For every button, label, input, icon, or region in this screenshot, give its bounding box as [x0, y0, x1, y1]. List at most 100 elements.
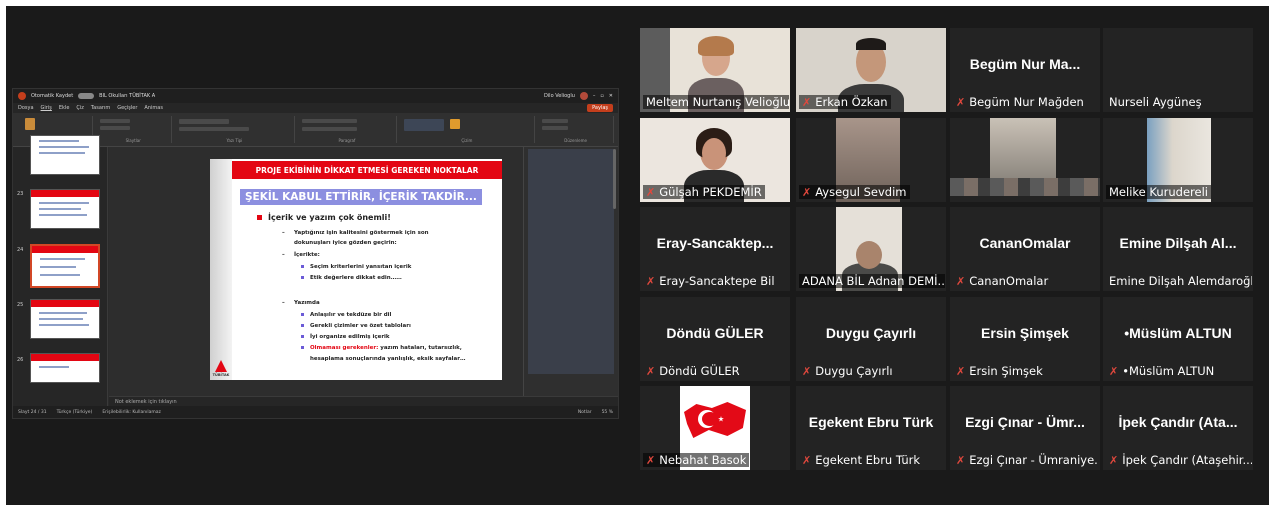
participant-tile[interactable]: Meltem Nurtanış Velioğlu [640, 28, 790, 112]
minimize-icon[interactable]: – [593, 93, 596, 99]
slide-line: Yazımda [282, 300, 319, 306]
participant-tile[interactable]: Duygu Çayırlı ✗ Duygu Çayırlı [796, 297, 946, 381]
participant-tile[interactable]: Egekent Ebru Türk ✗ Egekent Ebru Türk [796, 386, 946, 470]
participant-tile[interactable]: Ersin Şimşek ✗ Ersin Şimşek [950, 297, 1100, 381]
participant-tile[interactable]: Nurseli Aygüneş [1103, 28, 1253, 112]
participant-name-label: ✗ Ersin Şimşek [953, 364, 1046, 378]
menu-insert[interactable]: Ekle [59, 105, 70, 111]
status-accessibility[interactable]: Erişilebilirlik: Kullanılamaz [102, 410, 161, 415]
participant-name-label: ✗ Erkan Özkan [799, 95, 891, 109]
menu-draw[interactable]: Çiz [76, 105, 84, 111]
participant-tile[interactable]: Döndü GÜLER ✗ Döndü GÜLER [640, 297, 790, 381]
muted-mic-icon: ✗ [956, 364, 966, 378]
participant-tile[interactable]: CananOmalar ✗ CananOmalar [950, 207, 1100, 291]
participant-display-name: CananOmalar [979, 235, 1071, 251]
participant-name: Ersin Şimşek [969, 364, 1043, 378]
notes-pane[interactable]: Not eklemek için tıklayın [109, 396, 618, 406]
maximize-icon[interactable]: ▫ [600, 93, 603, 99]
panel-content [528, 149, 614, 374]
autosave-toggle[interactable] [78, 93, 95, 99]
slide-line: Yaptığınız işin kalitesini göstermek içi… [282, 230, 429, 236]
slide-line: dokunuşları iyice gözden geçirin: [294, 240, 397, 246]
zoom-level[interactable]: 55 % [602, 410, 613, 415]
current-slide[interactable]: PROJE EKİBİNİN DİKKAT ETMESİ GEREKEN NOK… [210, 159, 502, 380]
slide-left-gradient [210, 159, 232, 380]
slide-thumbnails-pane[interactable]: 23 24 25 26 [13, 135, 108, 406]
participant-tile[interactable]: ✗ Aysegul Sevdim [796, 118, 946, 202]
participant-tile[interactable]: Begüm Nur Ma... ✗ Begüm Nur Mağden [950, 28, 1100, 112]
participant-name: Egekent Ebru Türk [815, 453, 920, 467]
participant-tile[interactable]: ✗ Erkan Özkan [796, 28, 946, 112]
participant-name: Begüm Nur Mağden [969, 95, 1084, 109]
participant-tile[interactable]: ADANA BİL Adnan DEMİ... [796, 207, 946, 291]
file-name: BIL Okulları TÜBİTAK A [99, 93, 156, 99]
status-bar: Slayt 24 / 31 Türkçe (Türkiye) Erişilebi… [13, 406, 618, 418]
participant-name-label: ✗ Gülşah PEKDEMİR [643, 185, 765, 199]
participant-name: Nebahat Basok [659, 453, 747, 467]
status-slide-counter: Slayt 24 / 31 [18, 409, 47, 415]
slide-line: hesaplama sonuçlarında yanlışlık, eksik … [310, 356, 466, 362]
participant-name-label: ✗ •Müslüm ALTUN [1106, 364, 1217, 378]
slide-thumbnail[interactable] [30, 189, 100, 229]
participant-name: Aysegul Sevdim [815, 185, 907, 199]
participant-name: Nurseli Aygüneş [1109, 95, 1202, 109]
menu-file[interactable]: Dosya [18, 105, 34, 111]
slide-thumbnail-selected[interactable] [30, 244, 100, 288]
participant-name: Emine Dilşah Alemdaroğlu [1109, 274, 1252, 288]
slide-line: Anlaşılır ve tekdüze bir dil [300, 312, 392, 318]
muted-mic-icon: ✗ [802, 95, 812, 109]
participant-name-label: ✗ Aysegul Sevdim [799, 185, 910, 199]
share-button[interactable]: Paylaş [587, 104, 613, 112]
ribbon-group-slides[interactable]: Slaytlar [96, 116, 172, 143]
autosave-label: Otomatik Kaydet [31, 93, 74, 99]
participant-tile[interactable]: Melike Kurudereli [1103, 118, 1253, 202]
user-avatar[interactable] [579, 92, 588, 100]
slide-header: PROJE EKİBİNİN DİKKAT ETMESİ GEREKEN NOK… [232, 161, 502, 179]
participant-display-name: Eray-Sancaktep... [656, 235, 774, 251]
participant-tile[interactable]: Eray-Sancaktep... ✗ Eray-Sancaktepe Bil [640, 207, 790, 291]
menu-design[interactable]: Tasarım [91, 105, 110, 111]
slide-heading: İçerik ve yazım çok önemli! [257, 213, 391, 222]
slide-line: Etik değerlere dikkat edin…… [301, 275, 402, 281]
menu-animations[interactable]: Animas [144, 105, 163, 111]
participant-tile[interactable]: •Müslüm ALTUN ✗ •Müslüm ALTUN [1103, 297, 1253, 381]
slide-thumbnail[interactable] [30, 353, 100, 383]
participant-name-label: ✗ Egekent Ebru Türk [799, 453, 923, 467]
status-notes-button[interactable]: Notlar [578, 410, 592, 415]
muted-mic-icon: ✗ [956, 95, 966, 109]
participant-tile[interactable]: Emine Dilşah Al... Emine Dilşah Alemdaroğ… [1103, 207, 1253, 291]
thumb-number: 25 [17, 302, 24, 308]
muted-mic-icon: ✗ [646, 453, 656, 467]
participant-name-label: ✗ Döndü GÜLER [643, 364, 743, 378]
close-icon[interactable]: ✕ [609, 93, 613, 99]
participant-display-name: Ezgi Çınar - Ümr... [965, 414, 1085, 430]
slide-line: İçerikte: [282, 252, 320, 258]
ppt-menu-bar: Dosya Giriş Ekle Çiz Tasarım Geçişler An… [13, 103, 618, 113]
ribbon-group-font[interactable]: Yazı Tipi [175, 116, 296, 143]
muted-mic-icon: ✗ [646, 364, 656, 378]
participant-name-label: ✗ Ezgi Çınar - Ümraniye... [953, 453, 1099, 467]
scrollbar[interactable] [613, 149, 616, 209]
powerpoint-logo-icon [18, 92, 26, 100]
participant-tile[interactable]: ✗ Nebahat Basok [640, 386, 790, 470]
muted-mic-icon: ✗ [802, 453, 812, 467]
slide-thumbnail[interactable] [30, 299, 100, 339]
muted-mic-icon: ✗ [646, 274, 656, 288]
participant-name: Döndü GÜLER [659, 364, 740, 378]
ribbon-group-editing[interactable]: Düzenleme [538, 116, 615, 143]
participant-tile[interactable]: ✗ Gülşah PEKDEMİR [640, 118, 790, 202]
muted-mic-icon: ✗ [1109, 364, 1119, 378]
participant-tile[interactable]: İpek Çandır (Ata... ✗ İpek Çandır (Ataşehi… [1103, 386, 1253, 470]
slide-thumbnail[interactable] [30, 135, 100, 175]
participant-name: •Müslüm ALTUN [1122, 364, 1215, 378]
participant-name: Melike Kurudereli [1109, 185, 1208, 199]
participant-name: Eray-Sancaktepe Bil [659, 274, 775, 288]
menu-home[interactable]: Giriş [41, 105, 52, 111]
participant-tile[interactable] [950, 118, 1100, 202]
ribbon-group-drawing[interactable]: Çizim [400, 116, 536, 143]
ribbon-group-paragraph[interactable]: Paragraf [298, 116, 397, 143]
menu-transitions[interactable]: Geçişler [117, 105, 137, 111]
muted-mic-icon: ✗ [956, 274, 966, 288]
participant-tile[interactable]: Ezgi Çınar - Ümr... ✗ Ezgi Çınar - Ümraniy… [950, 386, 1100, 470]
status-language[interactable]: Türkçe (Türkiye) [57, 410, 93, 415]
